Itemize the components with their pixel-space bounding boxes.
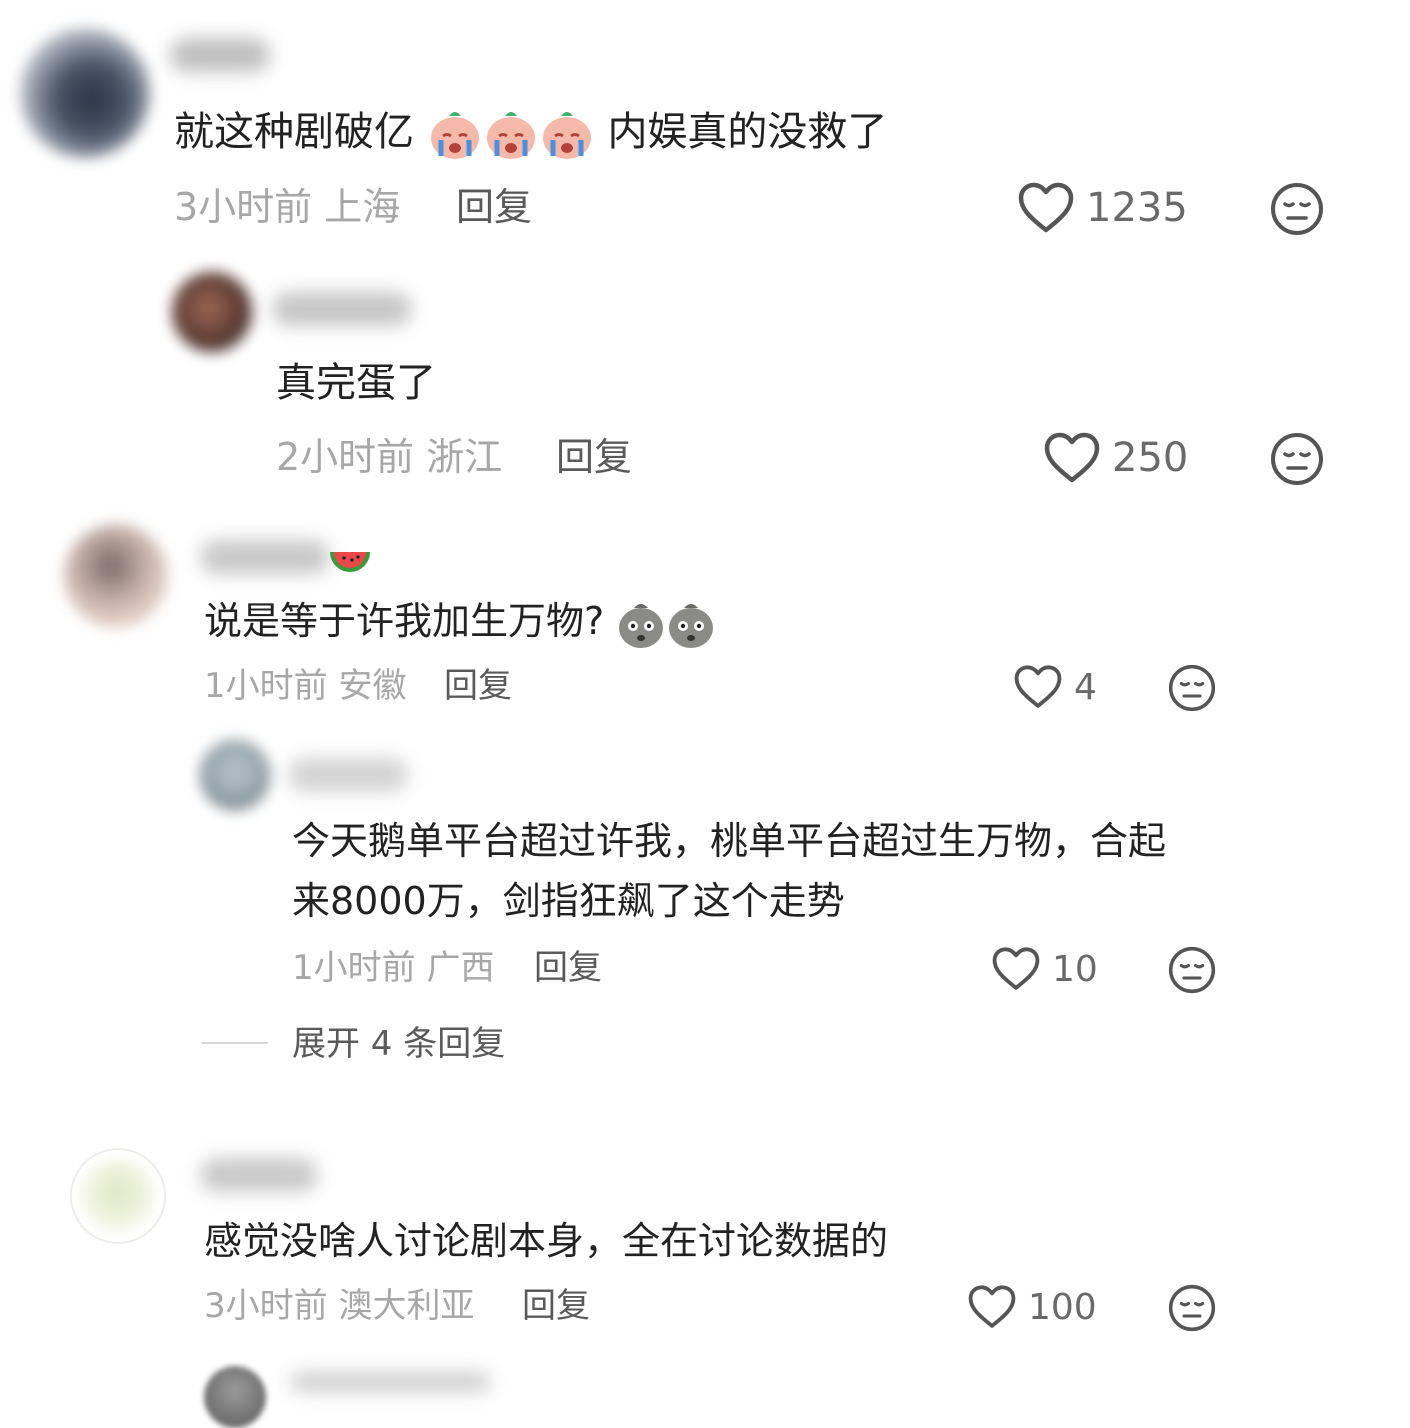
potato-face-icon xyxy=(619,603,664,648)
crying-face-icon xyxy=(542,112,591,159)
comment-meta: 2小时前 浙江 xyxy=(276,434,502,480)
neutral-face-icon[interactable] xyxy=(1270,182,1324,236)
neutral-face-icon[interactable] xyxy=(1168,1284,1216,1332)
like-count: 4 xyxy=(1074,666,1097,708)
heart-outline-icon xyxy=(1014,665,1062,708)
location: 澳大利亚 xyxy=(338,1286,475,1326)
crying-face-icon xyxy=(486,112,535,159)
reply-button[interactable]: 回复 xyxy=(456,184,532,230)
reply-button[interactable]: 回复 xyxy=(522,1284,590,1328)
username-blurred[interactable] xyxy=(200,540,330,574)
like-button[interactable]: 100 xyxy=(968,1284,1097,1330)
location: 上海 xyxy=(324,185,401,229)
timestamp: 1小时前 xyxy=(292,948,416,988)
expand-divider xyxy=(202,1042,268,1044)
potato-face-icon xyxy=(669,603,714,648)
like-button[interactable]: 10 xyxy=(992,946,1098,992)
location: 广西 xyxy=(426,948,495,988)
username-blurred[interactable] xyxy=(170,38,270,72)
heart-outline-icon xyxy=(1018,182,1074,233)
like-count: 1235 xyxy=(1086,185,1188,231)
location: 浙江 xyxy=(426,435,503,479)
comment-meta: 1小时前 安徽 xyxy=(204,664,406,708)
reply-button[interactable]: 回复 xyxy=(444,664,512,708)
comment-text: 感觉没啥人讨论剧本身，全在讨论数据的 xyxy=(204,1219,889,1263)
timestamp: 1小时前 xyxy=(204,666,328,706)
neutral-face-icon[interactable] xyxy=(1168,946,1216,994)
watermelon-badge-icon xyxy=(330,551,370,572)
username-blurred[interactable] xyxy=(272,292,412,326)
like-button[interactable]: 1235 xyxy=(1018,182,1188,234)
like-count: 10 xyxy=(1052,948,1098,990)
heart-outline-icon xyxy=(968,1285,1016,1328)
comment-text: 真完蛋了 xyxy=(276,360,436,406)
neutral-face-icon[interactable] xyxy=(1270,432,1324,486)
location: 安徽 xyxy=(338,666,407,706)
avatar[interactable] xyxy=(20,28,150,158)
comment-meta: 3小时前 上海 xyxy=(174,184,400,230)
avatar[interactable] xyxy=(172,272,252,352)
timestamp: 3小时前 xyxy=(204,1286,328,1326)
potato-emoji-group xyxy=(616,599,716,648)
comment-meta: 1小时前 广西 xyxy=(292,946,494,990)
crying-face-icon xyxy=(430,112,479,159)
like-button[interactable]: 250 xyxy=(1044,432,1188,484)
timestamp: 3小时前 xyxy=(174,185,313,229)
comment-meta: 3小时前 澳大利亚 xyxy=(204,1284,474,1328)
username-blurred[interactable] xyxy=(290,1372,490,1392)
reply-button[interactable]: 回复 xyxy=(556,434,632,480)
avatar[interactable] xyxy=(204,1366,266,1428)
like-count: 250 xyxy=(1112,435,1189,481)
avatar[interactable] xyxy=(64,524,168,628)
reply-button[interactable]: 回复 xyxy=(534,946,602,990)
comment-text: 说是等于许我加生万物? xyxy=(204,594,716,650)
timestamp: 2小时前 xyxy=(276,435,415,479)
heart-outline-icon xyxy=(992,947,1040,990)
neutral-face-icon[interactable] xyxy=(1168,664,1216,712)
comment-text-line-2: 来8000万，剑指狂飙了这个走势 xyxy=(292,879,845,923)
expand-replies-label[interactable]: 展开 4 条回复 xyxy=(292,1022,505,1066)
comment-text-line-1: 今天鹅单平台超过许我，桃单平台超过生万物，合起 xyxy=(292,819,1167,863)
comment-text: 就这种剧破亿 内娱真的没救了 xyxy=(174,104,887,162)
heart-outline-icon xyxy=(1044,432,1100,483)
avatar[interactable] xyxy=(200,740,270,810)
crying-emoji-group xyxy=(414,109,607,159)
like-button[interactable]: 4 xyxy=(1014,664,1097,710)
username-blurred[interactable] xyxy=(288,758,408,792)
like-count: 100 xyxy=(1028,1286,1097,1328)
avatar[interactable] xyxy=(82,1160,154,1232)
username-blurred[interactable] xyxy=(200,1158,318,1192)
